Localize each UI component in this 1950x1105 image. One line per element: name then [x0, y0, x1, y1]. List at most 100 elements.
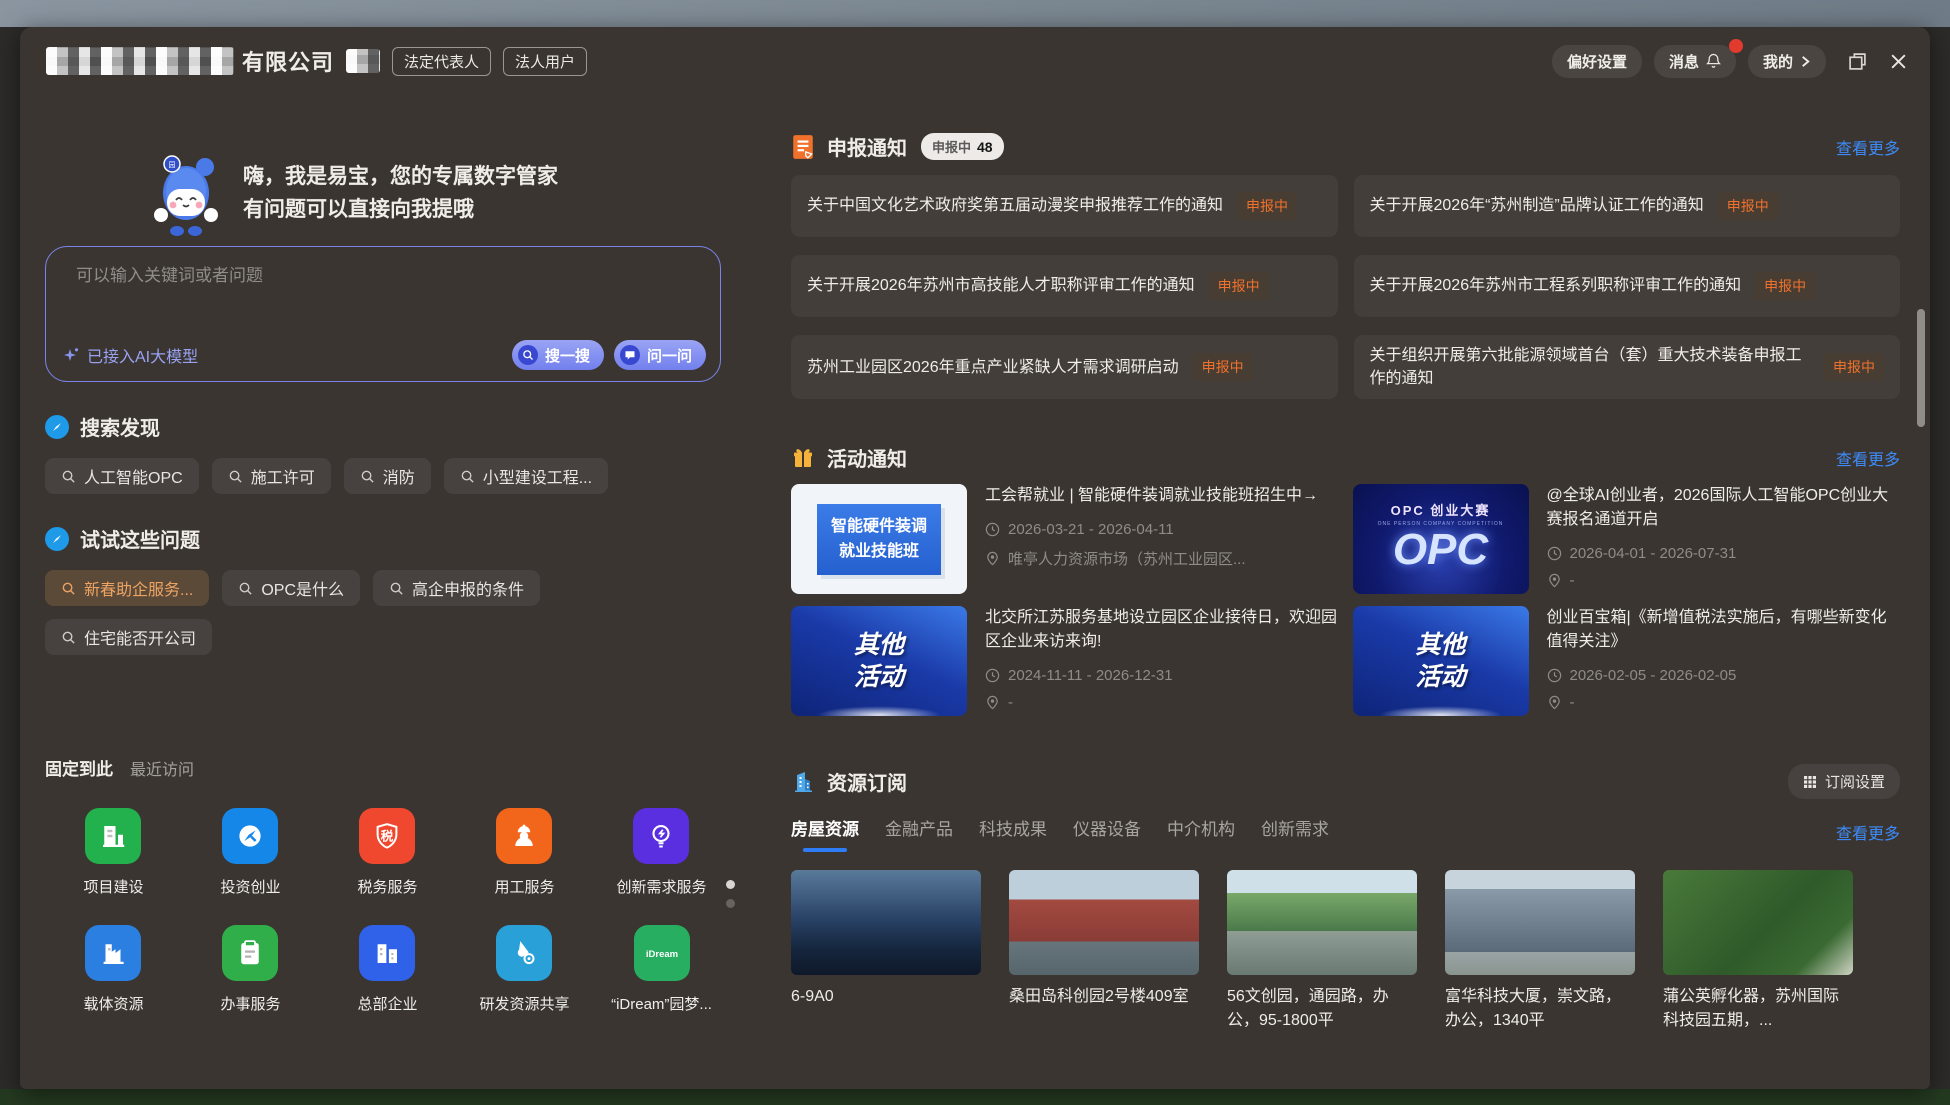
search-icon — [389, 581, 404, 596]
activity-card[interactable]: 其他活动 创业百宝箱|《新增值税法实施后，有哪些新变化值得关注》 2026-02… — [1353, 606, 1901, 716]
pinned-apps-grid: 项目建设 投资创业 税 税务服务 用工服务 创新需求服务 — [45, 808, 721, 1014]
search-icon — [460, 469, 475, 484]
my-account-button[interactable]: 我的 — [1748, 45, 1826, 78]
notices-title: 申报通知 — [827, 132, 907, 161]
notice-card[interactable]: 关于中国文化艺术政府奖第五届动漫奖申报推荐工作的通知 申报中 — [791, 175, 1338, 237]
notice-card[interactable]: 关于开展2026年“苏州制造”品牌认证工作的通知 申报中 — [1354, 175, 1901, 237]
app-icon — [359, 925, 415, 981]
notice-card[interactable]: 关于开展2026年苏州市工程系列职称评审工作的通知 申报中 — [1354, 255, 1901, 317]
resource-caption: 56文创园，通园路，办公，95-1800平 — [1227, 985, 1417, 1031]
close-window-button[interactable] — [1889, 52, 1908, 71]
resource-card[interactable]: 富华科技大厦，崇文路，办公，1340平 — [1445, 870, 1635, 1031]
resource-tab[interactable]: 科技成果 — [979, 815, 1047, 848]
activity-card[interactable]: 其他活动 北交所江苏服务基地设立园区企业接待日，欢迎园区企业来访来询! 2024… — [791, 606, 1339, 716]
chip-label: 高企申报的条件 — [412, 576, 524, 600]
clock-icon — [1547, 546, 1562, 561]
search-discover-header: 搜索发现 — [45, 412, 721, 441]
filter-label: 申报中 — [932, 137, 971, 156]
app-shortcut[interactable]: 用工服务 — [494, 808, 554, 897]
app-icon — [496, 808, 552, 864]
app-shortcut[interactable]: 项目建设 — [83, 808, 143, 897]
app-icon — [633, 808, 689, 864]
notice-status-badge: 申报中 — [1755, 272, 1815, 300]
activity-thumbnail: 智能硬件装调就业技能班 — [791, 484, 967, 594]
activity-card[interactable]: OPC 创业大赛ONE PERSON COMPANY COMPETITIONOP… — [1353, 484, 1901, 594]
resource-card[interactable]: 桑田岛科创园2号楼409室 — [1009, 870, 1199, 1031]
compass-icon — [45, 527, 69, 551]
resources-tabs: 房屋资源 金融产品 科技成果 仪器设备 中介机构 创新需求 查看更多 — [791, 815, 1900, 848]
try-questions-title: 试试这些问题 — [80, 524, 200, 553]
resource-photo — [1009, 870, 1199, 975]
app-shortcut[interactable]: 研发资源共享 — [479, 925, 569, 1014]
chip-label: OPC是什么 — [261, 576, 344, 600]
app-shortcut[interactable]: 税 税务服务 — [357, 808, 417, 897]
app-label: 载体资源 — [83, 993, 143, 1014]
notice-card[interactable]: 苏州工业园区2026年重点产业紧缺人才需求调研启动 申报中 — [791, 335, 1338, 399]
search-icon — [61, 581, 76, 596]
notices-more-link[interactable]: 查看更多 — [1836, 135, 1900, 159]
discover-chip[interactable]: 小型建设工程... — [444, 458, 608, 494]
question-chip[interactable]: 住宅能否开公司 — [45, 619, 212, 655]
activity-title: @全球AI创业者，2026国际人工智能OPC创业大赛报名通道开启 — [1547, 484, 1901, 532]
app-shortcut[interactable]: 载体资源 — [83, 925, 143, 1014]
question-chip[interactable]: 新春助企服务... — [45, 570, 209, 606]
app-shortcut[interactable]: 办事服务 — [220, 925, 280, 1014]
search-icon — [238, 581, 253, 596]
searchbox-buttons: 搜一搜 问一问 — [512, 340, 706, 370]
app-label: 项目建设 — [83, 876, 143, 897]
resource-card[interactable]: 6-9A0 — [791, 870, 981, 1031]
discover-chip[interactable]: 消防 — [344, 458, 431, 494]
resource-tab[interactable]: 房屋资源 — [791, 815, 859, 848]
app-window: 有限公司 法定代表人 法人用户 偏好设置 消息 我的 — [20, 27, 1930, 1089]
search-button[interactable]: 搜一搜 — [512, 340, 604, 370]
resource-photo — [1227, 870, 1417, 975]
restore-icon — [1848, 52, 1867, 71]
activity-date-row: 2026-03-21 - 2026-04-11 — [985, 521, 1318, 538]
searchbox-bottom-row: 已接入AI大模型 搜一搜 问一问 — [62, 340, 706, 370]
activity-location-row: 唯亭人力资源市场（苏州工业园区... — [985, 548, 1318, 569]
app-shortcut[interactable]: 投资创业 — [220, 808, 280, 897]
resources-more-link[interactable]: 查看更多 — [1836, 820, 1900, 844]
resource-tab[interactable]: 金融产品 — [885, 815, 953, 848]
activity-card[interactable]: 智能硬件装调就业技能班 工会帮就业 | 智能硬件装调就业技能班招生中→ 2026… — [791, 484, 1339, 594]
discover-chip[interactable]: 人工智能OPC — [45, 458, 199, 494]
resources-cards: 6-9A0 桑田岛科创园2号楼409室 56文创园，通园路，办公，95-1800… — [791, 870, 1900, 1031]
resource-tab[interactable]: 中介机构 — [1167, 815, 1235, 848]
apps-carousel-dots[interactable] — [726, 880, 735, 908]
restore-window-button[interactable] — [1848, 52, 1867, 71]
activity-date: 2026-04-01 - 2026-07-31 — [1570, 545, 1737, 562]
resource-card[interactable]: 蒲公英孵化器，苏州国际科技园五期，... — [1663, 870, 1853, 1031]
scrollbar-thumb[interactable] — [1917, 309, 1925, 427]
pinned-title[interactable]: 固定到此 — [45, 755, 113, 780]
app-icon: 税 — [359, 808, 415, 864]
app-shortcut[interactable]: 总部企业 — [357, 925, 417, 1014]
activities-more-link[interactable]: 查看更多 — [1836, 446, 1900, 470]
resource-card[interactable]: 56文创园，通园路，办公，95-1800平 — [1227, 870, 1417, 1031]
app-shortcut[interactable]: 创新需求服务 — [616, 808, 706, 897]
notice-card[interactable]: 关于开展2026年苏州市高技能人才职称评审工作的通知 申报中 — [791, 255, 1338, 317]
svg-text:税: 税 — [381, 828, 394, 843]
ask-button[interactable]: 问一问 — [614, 340, 706, 370]
notice-title: 关于中国文化艺术政府奖第五届动漫奖申报推荐工作的通知 — [807, 194, 1223, 217]
preferences-button[interactable]: 偏好设置 — [1552, 45, 1642, 78]
search-input[interactable] — [74, 265, 692, 287]
recently-visited-label[interactable]: 最近访问 — [130, 756, 194, 780]
messages-button[interactable]: 消息 — [1654, 45, 1736, 78]
activities-title: 活动通知 — [827, 443, 907, 472]
notice-card[interactable]: 关于组织开展第六批能源领域首台（套）重大技术装备申报工作的通知 申报中 — [1354, 335, 1901, 399]
discover-chips: 人工智能OPC 施工许可 消防 小型建设工程... — [45, 458, 721, 494]
app-icon: iDream — [634, 925, 690, 981]
notices-filter-pill[interactable]: 申报中 48 — [921, 133, 1004, 160]
activity-location-row: - — [1547, 694, 1901, 711]
subscription-settings-button[interactable]: 订阅设置 — [1788, 764, 1900, 799]
resource-tab[interactable]: 仪器设备 — [1073, 815, 1141, 848]
question-chip[interactable]: OPC是什么 — [222, 570, 360, 606]
question-chips: 新春助企服务... OPC是什么 高企申报的条件 住宅能否开公司 — [45, 570, 605, 655]
resource-tab[interactable]: 创新需求 — [1261, 815, 1329, 848]
scrollbar[interactable] — [1917, 87, 1925, 1073]
discover-chip[interactable]: 施工许可 — [212, 458, 331, 494]
assistant-search-box: 已接入AI大模型 搜一搜 问一问 — [45, 246, 721, 382]
ask-button-label: 问一问 — [647, 345, 692, 366]
question-chip[interactable]: 高企申报的条件 — [373, 570, 540, 606]
app-shortcut[interactable]: iDream “iDream”园梦... — [611, 925, 712, 1014]
